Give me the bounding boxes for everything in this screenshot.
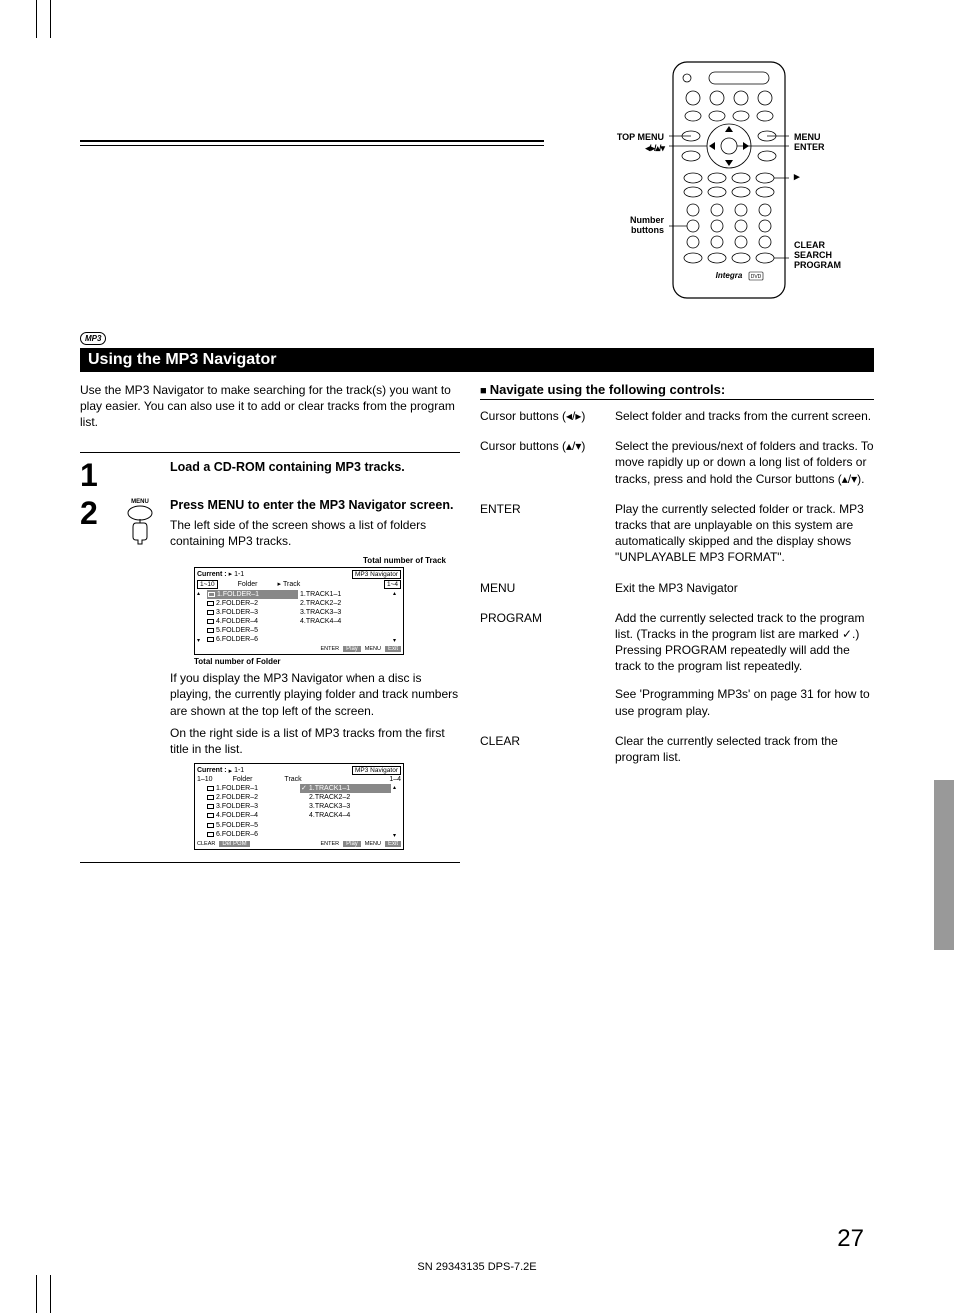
mp3-badge: MP3 xyxy=(80,332,106,345)
step-desc: If you display the MP3 Navigator when a … xyxy=(170,670,460,719)
steps-block: 1 Load a CD-ROM containing MP3 tracks. 2… xyxy=(80,452,460,863)
label-number-buttons: Number buttons xyxy=(604,215,664,235)
remote-icon: Integra DVD xyxy=(669,60,789,300)
control-label: ENTER xyxy=(480,501,615,566)
thumb-tab xyxy=(934,780,954,950)
label-play: ▸ xyxy=(794,170,800,183)
control-label: CLEAR xyxy=(480,733,615,765)
menu-button-icon: MENU xyxy=(110,497,170,548)
control-label: MENU xyxy=(480,580,615,596)
caption-total-track: Total number of Track xyxy=(170,556,446,565)
label-clear: CLEAR xyxy=(794,240,825,250)
caption-total-folder: Total number of Folder xyxy=(194,657,460,666)
control-desc: Select the previous/next of folders and … xyxy=(615,438,874,487)
section-heading: Using the MP3 Navigator xyxy=(80,348,874,372)
header-rule xyxy=(80,140,544,146)
control-label: Cursor buttons (◂/▸) xyxy=(480,408,615,424)
control-label: PROGRAM xyxy=(480,610,615,719)
label-menu: MENU xyxy=(794,132,821,142)
control-row: Cursor buttons (▴/▾) Select the previous… xyxy=(480,438,874,487)
intro-paragraph: Use the MP3 Navigator to make searching … xyxy=(80,382,460,431)
control-row: CLEAR Clear the currently selected track… xyxy=(480,733,874,765)
step-title: Load a CD-ROM containing MP3 tracks. xyxy=(170,459,460,475)
label-cursor-arrows: ◂/▸/▴/▾ xyxy=(604,143,664,154)
mp3-navigator-screen: Current : ▸ 1-1 MP3 Navigator 1~10 Folde… xyxy=(194,567,404,656)
svg-text:Integra: Integra xyxy=(716,271,743,280)
control-label: Cursor buttons (▴/▾) xyxy=(480,438,615,487)
svg-text:DVD: DVD xyxy=(751,274,762,280)
control-row: MENU Exit the MP3 Navigator xyxy=(480,580,874,596)
page-number: 27 xyxy=(837,1225,864,1253)
mp3-navigator-screen: Current : ▸ 1-1 MP3 Navigator 1–10 Folde… xyxy=(194,763,404,850)
footer-code: SN 29343135 DPS-7.2E xyxy=(417,1261,536,1273)
step-1: 1 Load a CD-ROM containing MP3 tracks. xyxy=(80,453,460,491)
control-desc: Add the currently selected track to the … xyxy=(615,610,874,719)
control-row: PROGRAM Add the currently selected track… xyxy=(480,610,874,719)
control-row: ENTER Play the currently selected folder… xyxy=(480,501,874,566)
page-content: Integra DVD TOP MENU ◂/▸/▴/▾ Number butt… xyxy=(80,60,874,1273)
step-title: Press MENU to enter the MP3 Navigator sc… xyxy=(170,497,460,513)
label-program: PROGRAM xyxy=(794,260,841,270)
control-desc: Exit the MP3 Navigator xyxy=(615,580,874,596)
control-desc: Select folder and tracks from the curren… xyxy=(615,408,874,424)
label-top-menu: TOP MENU xyxy=(604,132,664,142)
step-desc: On the right side is a list of MP3 track… xyxy=(170,725,460,757)
label-enter: ENTER xyxy=(794,142,825,152)
label-search: SEARCH xyxy=(794,250,832,260)
control-row: Cursor buttons (◂/▸) Select folder and t… xyxy=(480,408,874,424)
crop-mark xyxy=(36,0,37,38)
crop-mark xyxy=(36,1275,37,1313)
control-desc: Play the currently selected folder or tr… xyxy=(615,501,874,566)
controls-heading: ■ Navigate using the following controls: xyxy=(480,382,874,400)
control-desc: Clear the currently selected track from … xyxy=(615,733,874,765)
crop-mark xyxy=(50,1275,51,1313)
step-desc: The left side of the screen shows a list… xyxy=(170,517,460,549)
remote-diagram: Integra DVD TOP MENU ◂/▸/▴/▾ Number butt… xyxy=(554,60,874,320)
step-number: 1 xyxy=(80,459,110,491)
step-number: 2 xyxy=(80,497,110,529)
controls-section: ■ Navigate using the following controls:… xyxy=(480,382,874,779)
crop-mark xyxy=(50,0,51,38)
step-2: 2 MENU Press MENU to enter the MP3 Navig… xyxy=(80,491,460,850)
